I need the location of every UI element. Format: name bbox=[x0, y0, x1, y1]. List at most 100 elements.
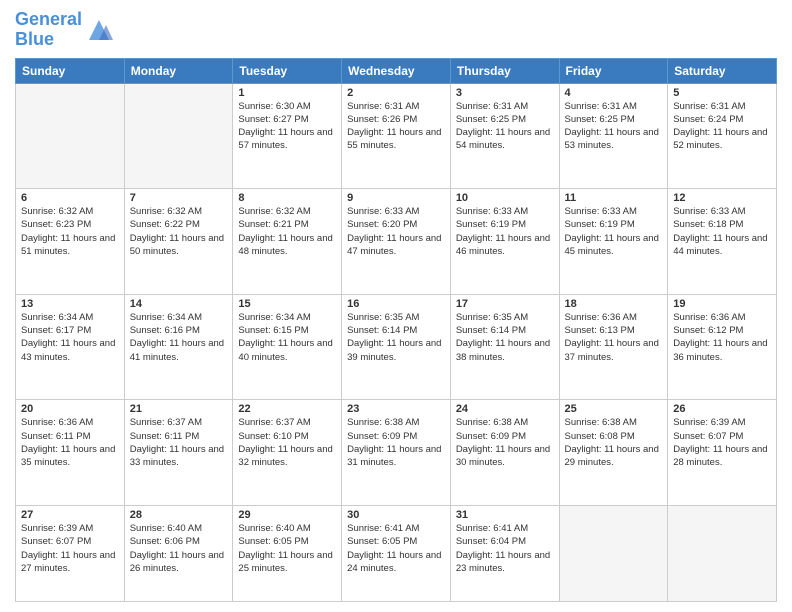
day-info: Sunrise: 6:37 AMSunset: 6:11 PMDaylight:… bbox=[130, 416, 228, 469]
day-info: Sunrise: 6:39 AMSunset: 6:07 PMDaylight:… bbox=[673, 416, 771, 469]
weekday-header-wednesday: Wednesday bbox=[342, 58, 451, 83]
header: General Blue bbox=[15, 10, 777, 50]
weekday-header-sunday: Sunday bbox=[16, 58, 125, 83]
page: General Blue SundayMondayTuesdayWednesda… bbox=[0, 0, 792, 612]
day-number: 8 bbox=[238, 192, 336, 204]
day-number: 1 bbox=[238, 87, 336, 99]
calendar-cell: 18Sunrise: 6:36 AMSunset: 6:13 PMDayligh… bbox=[559, 294, 668, 400]
day-number: 16 bbox=[347, 298, 445, 310]
calendar-cell bbox=[16, 83, 125, 189]
calendar-cell: 4Sunrise: 6:31 AMSunset: 6:25 PMDaylight… bbox=[559, 83, 668, 189]
day-number: 21 bbox=[130, 403, 228, 415]
day-number: 6 bbox=[21, 192, 119, 204]
day-info: Sunrise: 6:36 AMSunset: 6:12 PMDaylight:… bbox=[673, 311, 771, 364]
calendar-cell: 10Sunrise: 6:33 AMSunset: 6:19 PMDayligh… bbox=[450, 189, 559, 295]
day-info: Sunrise: 6:32 AMSunset: 6:23 PMDaylight:… bbox=[21, 205, 119, 258]
calendar-cell: 26Sunrise: 6:39 AMSunset: 6:07 PMDayligh… bbox=[668, 400, 777, 506]
week-row-4: 20Sunrise: 6:36 AMSunset: 6:11 PMDayligh… bbox=[16, 400, 777, 506]
calendar-cell: 16Sunrise: 6:35 AMSunset: 6:14 PMDayligh… bbox=[342, 294, 451, 400]
day-number: 18 bbox=[565, 298, 663, 310]
calendar-cell: 20Sunrise: 6:36 AMSunset: 6:11 PMDayligh… bbox=[16, 400, 125, 506]
day-info: Sunrise: 6:34 AMSunset: 6:16 PMDaylight:… bbox=[130, 311, 228, 364]
weekday-header-friday: Friday bbox=[559, 58, 668, 83]
calendar-cell: 3Sunrise: 6:31 AMSunset: 6:25 PMDaylight… bbox=[450, 83, 559, 189]
calendar-cell: 31Sunrise: 6:41 AMSunset: 6:04 PMDayligh… bbox=[450, 505, 559, 601]
calendar-cell: 29Sunrise: 6:40 AMSunset: 6:05 PMDayligh… bbox=[233, 505, 342, 601]
day-number: 4 bbox=[565, 87, 663, 99]
day-info: Sunrise: 6:41 AMSunset: 6:04 PMDaylight:… bbox=[456, 522, 554, 575]
calendar-cell bbox=[559, 505, 668, 601]
day-info: Sunrise: 6:33 AMSunset: 6:18 PMDaylight:… bbox=[673, 205, 771, 258]
calendar-cell: 28Sunrise: 6:40 AMSunset: 6:06 PMDayligh… bbox=[124, 505, 233, 601]
day-info: Sunrise: 6:38 AMSunset: 6:09 PMDaylight:… bbox=[456, 416, 554, 469]
day-number: 31 bbox=[456, 509, 554, 521]
day-number: 25 bbox=[565, 403, 663, 415]
calendar-cell: 19Sunrise: 6:36 AMSunset: 6:12 PMDayligh… bbox=[668, 294, 777, 400]
calendar-cell: 12Sunrise: 6:33 AMSunset: 6:18 PMDayligh… bbox=[668, 189, 777, 295]
calendar-cell: 13Sunrise: 6:34 AMSunset: 6:17 PMDayligh… bbox=[16, 294, 125, 400]
calendar-cell: 25Sunrise: 6:38 AMSunset: 6:08 PMDayligh… bbox=[559, 400, 668, 506]
day-number: 7 bbox=[130, 192, 228, 204]
calendar-cell: 5Sunrise: 6:31 AMSunset: 6:24 PMDaylight… bbox=[668, 83, 777, 189]
calendar-cell: 24Sunrise: 6:38 AMSunset: 6:09 PMDayligh… bbox=[450, 400, 559, 506]
day-info: Sunrise: 6:40 AMSunset: 6:06 PMDaylight:… bbox=[130, 522, 228, 575]
calendar-cell: 22Sunrise: 6:37 AMSunset: 6:10 PMDayligh… bbox=[233, 400, 342, 506]
day-number: 2 bbox=[347, 87, 445, 99]
week-row-1: 1Sunrise: 6:30 AMSunset: 6:27 PMDaylight… bbox=[16, 83, 777, 189]
day-info: Sunrise: 6:38 AMSunset: 6:09 PMDaylight:… bbox=[347, 416, 445, 469]
weekday-header-monday: Monday bbox=[124, 58, 233, 83]
day-info: Sunrise: 6:37 AMSunset: 6:10 PMDaylight:… bbox=[238, 416, 336, 469]
logo-blue: Blue bbox=[15, 29, 54, 49]
calendar-cell: 14Sunrise: 6:34 AMSunset: 6:16 PMDayligh… bbox=[124, 294, 233, 400]
day-info: Sunrise: 6:39 AMSunset: 6:07 PMDaylight:… bbox=[21, 522, 119, 575]
day-number: 15 bbox=[238, 298, 336, 310]
day-number: 11 bbox=[565, 192, 663, 204]
logo-text: General Blue bbox=[15, 10, 82, 50]
calendar-cell: 30Sunrise: 6:41 AMSunset: 6:05 PMDayligh… bbox=[342, 505, 451, 601]
day-info: Sunrise: 6:31 AMSunset: 6:26 PMDaylight:… bbox=[347, 100, 445, 153]
day-number: 24 bbox=[456, 403, 554, 415]
day-number: 3 bbox=[456, 87, 554, 99]
calendar-cell: 2Sunrise: 6:31 AMSunset: 6:26 PMDaylight… bbox=[342, 83, 451, 189]
calendar-cell bbox=[124, 83, 233, 189]
weekday-header-thursday: Thursday bbox=[450, 58, 559, 83]
day-info: Sunrise: 6:32 AMSunset: 6:21 PMDaylight:… bbox=[238, 205, 336, 258]
day-number: 5 bbox=[673, 87, 771, 99]
day-number: 28 bbox=[130, 509, 228, 521]
calendar-cell: 6Sunrise: 6:32 AMSunset: 6:23 PMDaylight… bbox=[16, 189, 125, 295]
calendar-cell bbox=[668, 505, 777, 601]
calendar-cell: 17Sunrise: 6:35 AMSunset: 6:14 PMDayligh… bbox=[450, 294, 559, 400]
calendar-cell: 11Sunrise: 6:33 AMSunset: 6:19 PMDayligh… bbox=[559, 189, 668, 295]
weekday-header-saturday: Saturday bbox=[668, 58, 777, 83]
day-number: 9 bbox=[347, 192, 445, 204]
calendar-cell: 23Sunrise: 6:38 AMSunset: 6:09 PMDayligh… bbox=[342, 400, 451, 506]
day-number: 22 bbox=[238, 403, 336, 415]
day-number: 10 bbox=[456, 192, 554, 204]
day-info: Sunrise: 6:38 AMSunset: 6:08 PMDaylight:… bbox=[565, 416, 663, 469]
day-info: Sunrise: 6:34 AMSunset: 6:17 PMDaylight:… bbox=[21, 311, 119, 364]
day-number: 17 bbox=[456, 298, 554, 310]
day-number: 20 bbox=[21, 403, 119, 415]
day-number: 29 bbox=[238, 509, 336, 521]
day-number: 12 bbox=[673, 192, 771, 204]
logo: General Blue bbox=[15, 10, 114, 50]
week-row-3: 13Sunrise: 6:34 AMSunset: 6:17 PMDayligh… bbox=[16, 294, 777, 400]
calendar-cell: 27Sunrise: 6:39 AMSunset: 6:07 PMDayligh… bbox=[16, 505, 125, 601]
logo-general: General bbox=[15, 9, 82, 29]
day-number: 23 bbox=[347, 403, 445, 415]
calendar-cell: 21Sunrise: 6:37 AMSunset: 6:11 PMDayligh… bbox=[124, 400, 233, 506]
day-info: Sunrise: 6:36 AMSunset: 6:11 PMDaylight:… bbox=[21, 416, 119, 469]
day-number: 26 bbox=[673, 403, 771, 415]
day-info: Sunrise: 6:31 AMSunset: 6:25 PMDaylight:… bbox=[456, 100, 554, 153]
calendar-cell: 9Sunrise: 6:33 AMSunset: 6:20 PMDaylight… bbox=[342, 189, 451, 295]
week-row-2: 6Sunrise: 6:32 AMSunset: 6:23 PMDaylight… bbox=[16, 189, 777, 295]
day-info: Sunrise: 6:36 AMSunset: 6:13 PMDaylight:… bbox=[565, 311, 663, 364]
day-info: Sunrise: 6:40 AMSunset: 6:05 PMDaylight:… bbox=[238, 522, 336, 575]
day-number: 30 bbox=[347, 509, 445, 521]
weekday-header-tuesday: Tuesday bbox=[233, 58, 342, 83]
calendar-cell: 8Sunrise: 6:32 AMSunset: 6:21 PMDaylight… bbox=[233, 189, 342, 295]
day-info: Sunrise: 6:30 AMSunset: 6:27 PMDaylight:… bbox=[238, 100, 336, 153]
day-info: Sunrise: 6:35 AMSunset: 6:14 PMDaylight:… bbox=[456, 311, 554, 364]
calendar-cell: 7Sunrise: 6:32 AMSunset: 6:22 PMDaylight… bbox=[124, 189, 233, 295]
calendar-table: SundayMondayTuesdayWednesdayThursdayFrid… bbox=[15, 58, 777, 602]
